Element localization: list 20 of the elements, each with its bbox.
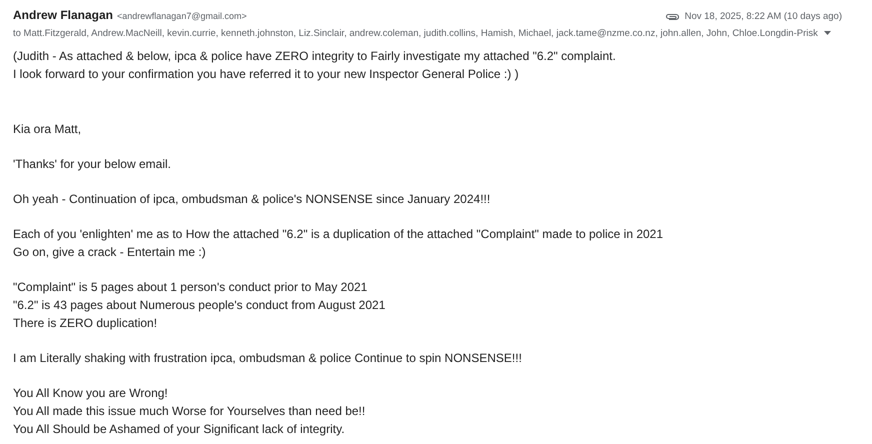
- message-text: You All Know you are Wrong!: [13, 385, 169, 402]
- message-text: (Judith - As attached & below, ipca & police have ZERO integrity to Fairly investigate my attached "6.2" complaint.: [13, 48, 617, 65]
- sent-date: Nov 18, 2025, 8:22 AM (10 days ago): [684, 11, 842, 22]
- message-text: Oh yeah - Continuation of ipca, ombudsman & police's NONSENSE since January 2024!!!: [13, 191, 492, 208]
- message-text: I look forward to your confirmation you have referred it to your new Inspector General Police :) ): [13, 66, 520, 83]
- message-text: "Complaint" is 5 pages about 1 person's conduct prior to May 2021: [13, 279, 368, 296]
- message-text: Each of you 'enlighten' me as to How the attached "6.2" is a duplication of the attached "Complaint" made to police in 2021: [13, 226, 664, 243]
- message-text: You All made this issue much Worse for Yourselves than need be!!: [13, 403, 366, 420]
- paperclip-icon: [664, 13, 679, 21]
- message-text: There is ZERO duplication!: [13, 315, 158, 332]
- message-text: I am Literally shaking with frustration ipca, ombudsman & police Continue to spin NONSENSE!!!: [13, 350, 523, 367]
- sender-email: <andrewflanagan7@gmail.com>: [117, 11, 247, 21]
- sender-name: Andrew Flanagan: [13, 8, 114, 22]
- message-text: You All Should be Ashamed of your Significant lack of integrity.: [13, 421, 346, 438]
- recipients-list: to Matt.Fitzgerald, Andrew.MacNeill, kevin.currie, kenneth.johnston, Liz.Sinclair, andrew.coleman, judith.collins, Hamish, Michael, jack.tame@nzme.co.nz, john.allen, John, Chloe.Longdin-Prisk: [13, 28, 818, 38]
- message-text: Kia ora Matt,: [13, 121, 82, 138]
- message-text: "6.2" is 43 pages about Numerous people's conduct from August 2021: [13, 297, 386, 314]
- message-text: 'Thanks' for your below email.: [13, 156, 172, 173]
- message-text: Go on, give a crack - Entertain me :): [13, 244, 207, 261]
- caret-icon[interactable]: [824, 31, 831, 35]
